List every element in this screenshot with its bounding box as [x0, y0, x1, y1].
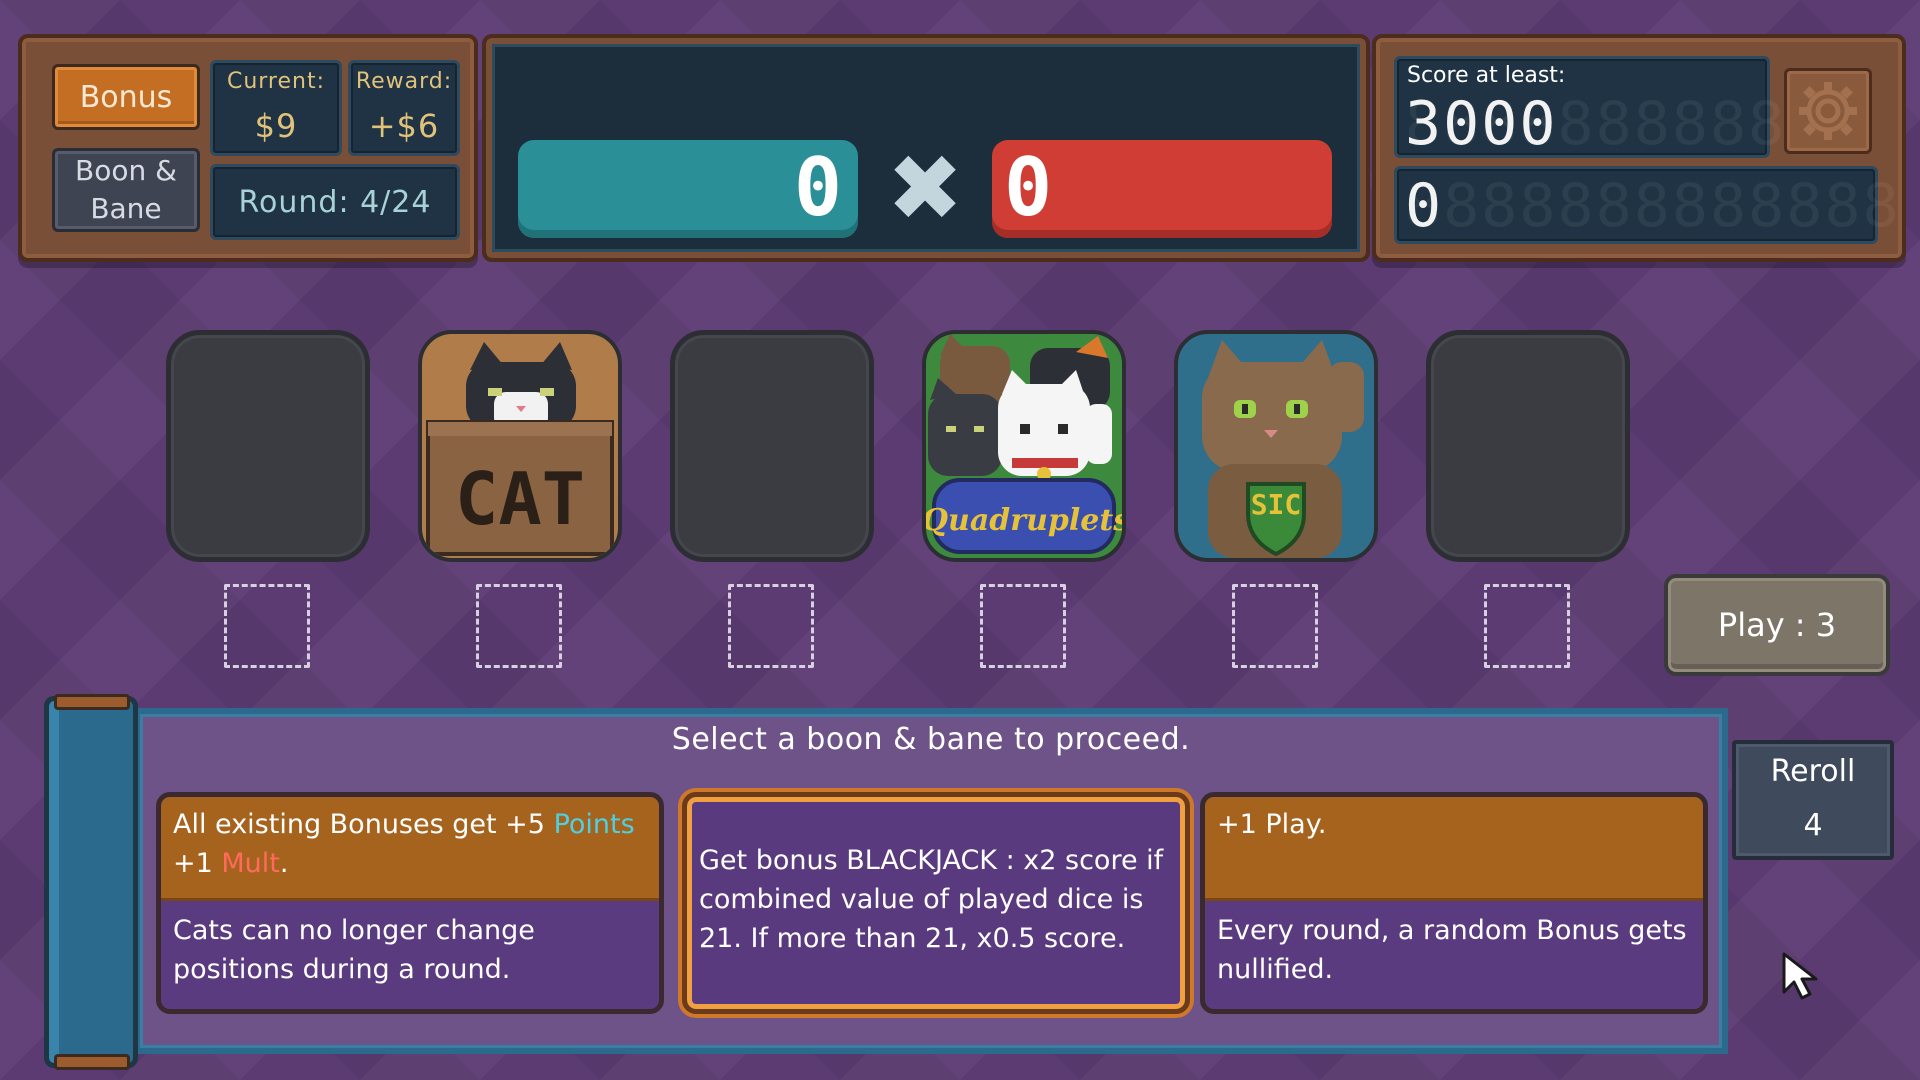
current-label: Current:: [226, 69, 326, 94]
current-value: $9: [254, 107, 298, 145]
play-button[interactable]: Play : 3: [1664, 574, 1890, 676]
cursor-icon: [1782, 952, 1818, 1000]
boon-bane-option-2[interactable]: Get bonus BLACKJACK : x2 score if combin…: [682, 792, 1190, 1014]
bane-text: Every round, a random Bonus gets nullifi…: [1217, 915, 1687, 985]
boon-bane-prompt: Select a boon & bane to proceed.: [671, 722, 1191, 757]
boon-bane-option-1[interactable]: All existing Bonuses get +5 Points +1 Mu…: [156, 792, 664, 1014]
boon-bane-button-label: Boon & Bane: [75, 154, 177, 225]
bonus-button[interactable]: Bonus: [52, 64, 200, 130]
boon-text-part: .: [279, 848, 289, 879]
boon-text-part: +1: [173, 848, 222, 879]
cat-slot-6[interactable]: [1426, 330, 1630, 562]
current-score: 0: [1405, 171, 1444, 241]
sic-shield-label: SIC: [1251, 488, 1302, 521]
dice-slot-4[interactable]: [980, 584, 1066, 668]
multiply-icon: ✖: [886, 135, 964, 242]
target-score: 3000: [1405, 89, 1558, 159]
current-score-box: 8888888888888 0: [1394, 166, 1899, 244]
points-value: 0: [793, 141, 842, 234]
boon-bane-button[interactable]: Boon & Bane: [52, 148, 200, 232]
score-at-least-label: Score at least:: [1407, 63, 1566, 88]
boon-text-part: All existing Bonuses get +5: [173, 809, 554, 840]
dice-slot-3[interactable]: [728, 584, 814, 668]
reward-box: Reward: +$6: [348, 60, 460, 156]
sic-cat-card: SIC: [1202, 340, 1364, 558]
dice-slot-5[interactable]: [1232, 584, 1318, 668]
reroll-count: 4: [1803, 808, 1823, 843]
points-keyword: Points: [553, 809, 635, 840]
mult-keyword: Mult: [221, 848, 280, 879]
cat-slot-3[interactable]: [670, 330, 874, 562]
reward-label: Reward:: [355, 69, 453, 94]
scroll-rod: [44, 696, 138, 1068]
quadruplets-card: Quadruplets: [926, 334, 1122, 554]
bonus-button-label: Bonus: [79, 79, 173, 115]
current-score-ghost: 8888888888888: [1405, 171, 1901, 241]
reward-value: +$6: [368, 107, 440, 145]
dice-slot-2[interactable]: [476, 584, 562, 668]
settings-button[interactable]: [1784, 68, 1872, 154]
bane-text: Cats can no longer change positions duri…: [173, 915, 535, 985]
cat-slot-1[interactable]: [166, 330, 370, 562]
reroll-button[interactable]: Reroll 4: [1732, 740, 1894, 860]
cat-slot-4[interactable]: Quadruplets: [922, 330, 1126, 562]
cat-box-label: CAT: [455, 457, 585, 541]
dice-slot-1[interactable]: [224, 584, 310, 668]
round-counter: Round: 4/24: [238, 185, 432, 220]
mult-value: 0: [1004, 141, 1053, 234]
scroll-cap-top: [54, 694, 130, 710]
gear-icon: [1799, 82, 1857, 140]
round-box: Round: 4/24: [210, 164, 460, 240]
current-money-box: Current: $9: [210, 60, 342, 156]
scroll-cap-bottom: [54, 1054, 130, 1070]
dice-slot-6[interactable]: [1484, 584, 1570, 668]
boon-bane-option-3[interactable]: +1 Play. Every round, a random Bonus get…: [1200, 792, 1708, 1014]
cat-slot-2[interactable]: CAT: [418, 330, 622, 562]
points-bar: 0: [518, 140, 858, 238]
boon-text: All existing Bonuses get +5 Points +1 Mu…: [173, 805, 649, 883]
target-score-box: Score at least: 8888888888 3000: [1394, 56, 1784, 159]
mult-bar: 0: [992, 140, 1332, 238]
bonus-text: Get bonus BLACKJACK : x2 score if combin…: [699, 845, 1164, 954]
reroll-label: Reroll: [1770, 754, 1856, 789]
play-button-label: Play : 3: [1717, 606, 1837, 644]
quadruplets-label: Quadruplets: [926, 503, 1122, 538]
boon-text: +1 Play.: [1217, 809, 1327, 840]
cat-slot-5[interactable]: SIC: [1174, 330, 1378, 562]
cat-in-box-card: CAT: [426, 342, 614, 556]
